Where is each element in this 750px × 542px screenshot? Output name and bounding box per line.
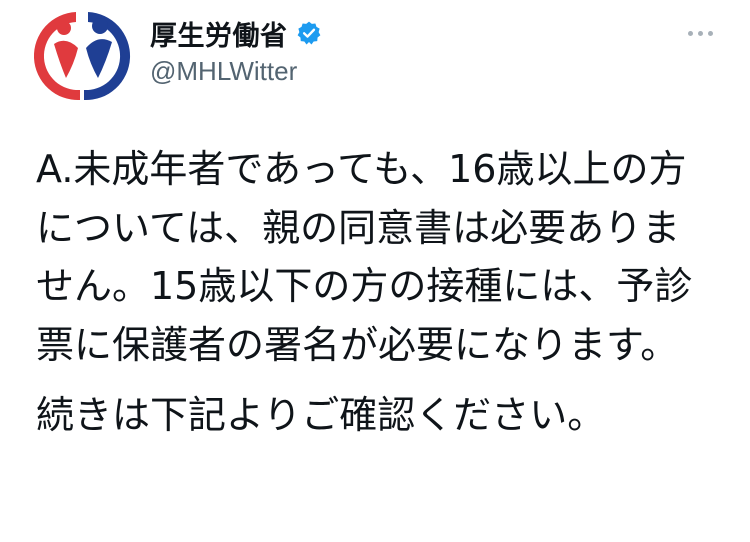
tweet: 厚生労働省 @MHLWitter A.未成年者であっても、16歳以上の方について… [0, 0, 750, 542]
tweet-paragraph: 続きは下記よりご確認ください。 [36, 393, 606, 437]
verified-badge-icon [296, 20, 322, 46]
mhlw-logo-avatar[interactable] [30, 4, 134, 108]
display-name[interactable]: 厚生労働省 [150, 14, 288, 53]
mhlw-logo-icon [32, 6, 132, 106]
more-options-dot [697, 30, 703, 36]
tweet-header: 厚生労働省 @MHLWitter [150, 14, 322, 87]
more-options-dot [707, 30, 713, 36]
tweet-paragraph: A.未成年者であっても、16歳以上の方については、親の同意書は必要ありません。1… [36, 147, 693, 367]
account-handle[interactable]: @MHLWitter [150, 56, 322, 87]
name-row: 厚生労働省 [150, 14, 322, 52]
more-options-button[interactable] [680, 22, 720, 44]
more-options-dot [687, 30, 693, 36]
tweet-text: A.未成年者であっても、16歳以上の方については、親の同意書は必要ありません。1… [36, 140, 716, 445]
